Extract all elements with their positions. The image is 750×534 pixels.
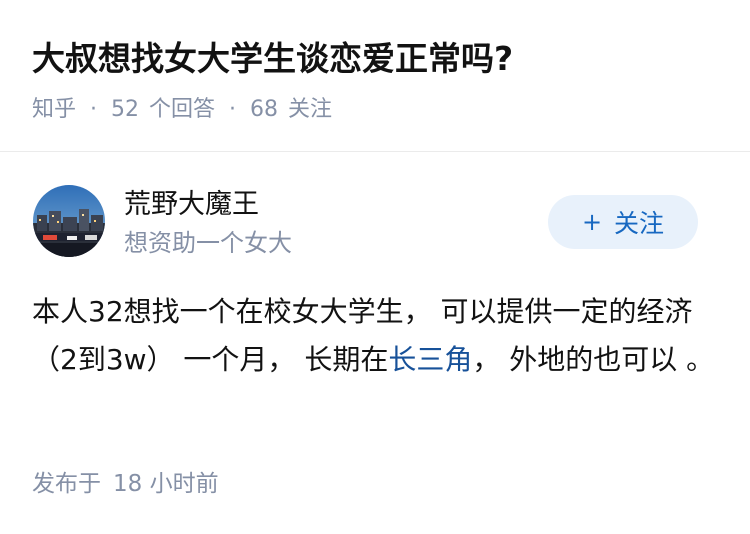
answer-count[interactable]: 52 [111, 92, 139, 128]
answer-content: 本人32想找一个在校女大学生， 可以提供一定的经济（2到3w） 一个月， 长期在… [32, 288, 722, 384]
publish-time: 发布于 18 小时前 [32, 466, 219, 502]
follow-button[interactable]: + 关注 [548, 195, 698, 249]
author-bio: 想资助一个女大 [124, 229, 292, 257]
question-meta: 知乎 · 52 个回答 · 68 关注 [32, 92, 332, 128]
publish-label: 发布于 [32, 471, 101, 497]
plus-icon: + [581, 208, 603, 236]
avatar[interactable] [33, 185, 105, 257]
answer-keyword-link[interactable]: 长三角 [388, 343, 472, 376]
follower-count[interactable]: 68 [250, 92, 278, 128]
publish-time-ago: 18 小时前 [113, 471, 219, 497]
source-label[interactable]: 知乎 [32, 92, 76, 128]
answer-text-after-link: ， 外地的也可以 。 [472, 343, 715, 376]
author-name[interactable]: 荒野大魔王 [124, 186, 259, 224]
answer-count-label[interactable]: 个回答 [149, 92, 215, 128]
avatar-night-city-photo [33, 185, 105, 257]
meta-separator: · [90, 97, 98, 122]
follower-count-label[interactable]: 关注 [288, 92, 332, 128]
section-divider [0, 151, 750, 152]
question-header: 大叔想找女大学生谈恋爱正常吗? [32, 34, 718, 84]
follow-button-label: 关注 [614, 209, 665, 238]
question-title[interactable]: 大叔想找女大学生谈恋爱正常吗? [32, 34, 718, 84]
meta-separator: · [229, 97, 237, 122]
